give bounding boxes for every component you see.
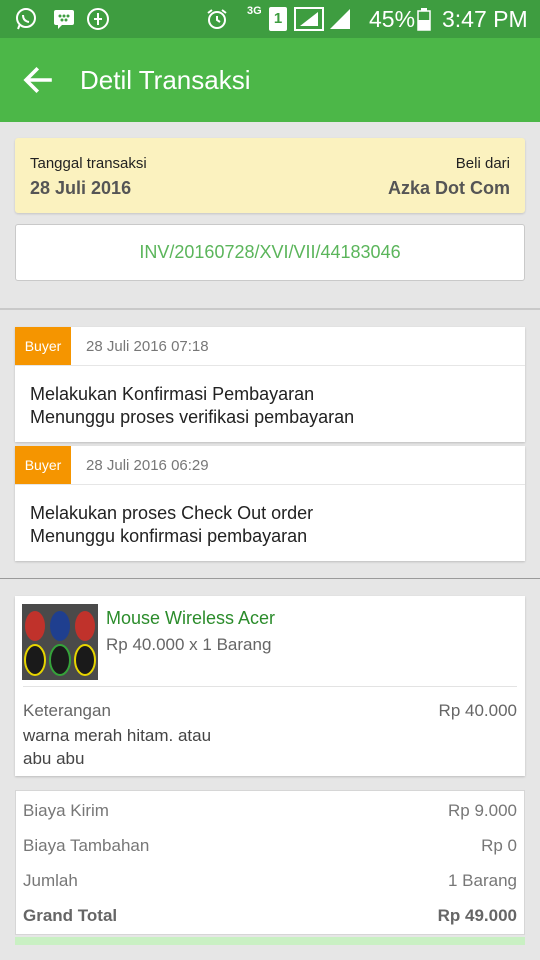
- role-badge: Buyer: [15, 327, 71, 365]
- seller-label: Beli dari: [455, 155, 510, 172]
- additional-fee-value: Rp 0: [481, 836, 517, 855]
- product-card: Mouse Wireless Acer Rp 40.000 x 1 Barang…: [15, 596, 525, 776]
- signal-icon: [294, 7, 324, 31]
- log-status: Menunggu konfirmasi pembayaran: [30, 526, 308, 546]
- transaction-log-item: Buyer 28 Juli 2016 06:29 Melakukan prose…: [15, 446, 525, 561]
- page-title: Detil Transaksi: [80, 65, 251, 95]
- transaction-date-label: Tanggal transaksi: [30, 155, 147, 172]
- note-text: warna merah hitam. atau: [23, 726, 212, 745]
- log-timestamp: 28 Juli 2016 07:18: [86, 338, 209, 355]
- log-status: Menunggu proses verifikasi pembayaran: [30, 407, 355, 427]
- section-divider: [0, 308, 540, 310]
- invoice-number-link[interactable]: INV/20160728/XVI/VII/44183046: [15, 224, 525, 281]
- transaction-log-item: Buyer 28 Juli 2016 07:18 Melakukan Konfi…: [15, 327, 525, 442]
- alarm-icon: [207, 9, 227, 29]
- quantity-label: Jumlah: [23, 871, 78, 890]
- whatsapp-icon: [16, 8, 36, 30]
- clock: 3:47 PM: [442, 6, 528, 32]
- note-text: abu abu: [23, 749, 85, 768]
- transaction-date-value: 28 Juli 2016: [30, 178, 132, 198]
- product-divider: [23, 686, 517, 687]
- mouse-product-image: [22, 604, 98, 680]
- transaction-info-card: Tanggal transaksi 28 Juli 2016 Beli dari…: [15, 138, 525, 213]
- signal-strength-icon: [330, 9, 350, 29]
- network-type: 3G: [247, 5, 262, 17]
- log-divider: [15, 484, 525, 485]
- payment-summary-card: Biaya Kirim Rp 9.000 Biaya Tambahan Rp 0…: [15, 790, 525, 935]
- quantity-value: 1 Barang: [448, 871, 517, 890]
- product-name[interactable]: Mouse Wireless Acer: [106, 608, 275, 629]
- seller-name[interactable]: Azka Dot Com: [388, 178, 510, 199]
- bottom-action-strip[interactable]: [15, 937, 525, 945]
- battery-percent: 45%: [369, 6, 416, 32]
- bbm-icon: [54, 10, 74, 29]
- product-price-quantity: Rp 40.000 x 1 Barang: [106, 635, 272, 654]
- additional-fee-label: Biaya Tambahan: [23, 836, 150, 855]
- log-action: Melakukan Konfirmasi Pembayaran: [30, 384, 315, 404]
- note-label: Keterangan: [23, 701, 111, 720]
- sim-slot-indicator: 1: [269, 7, 287, 31]
- product-thumbnail[interactable]: [22, 604, 98, 680]
- role-badge: Buyer: [15, 446, 71, 484]
- app-icon: [87, 8, 109, 30]
- log-divider: [15, 365, 525, 366]
- grand-total-value: Rp 49.000: [437, 906, 517, 925]
- grand-total-label: Grand Total: [23, 906, 118, 925]
- shipping-fee-value: Rp 9.000: [448, 801, 517, 820]
- battery-icon: [417, 8, 431, 31]
- product-subtotal: Rp 40.000: [438, 701, 517, 720]
- back-arrow-icon[interactable]: [20, 62, 56, 98]
- log-timestamp: 28 Juli 2016 06:29: [86, 457, 209, 474]
- section-divider: [0, 578, 540, 579]
- log-action: Melakukan proses Check Out order: [30, 503, 314, 523]
- shipping-fee-label: Biaya Kirim: [23, 801, 109, 820]
- status-bar: 3G 1 45% 3:47 PM: [0, 0, 540, 38]
- app-bar: Detil Transaksi: [0, 38, 540, 122]
